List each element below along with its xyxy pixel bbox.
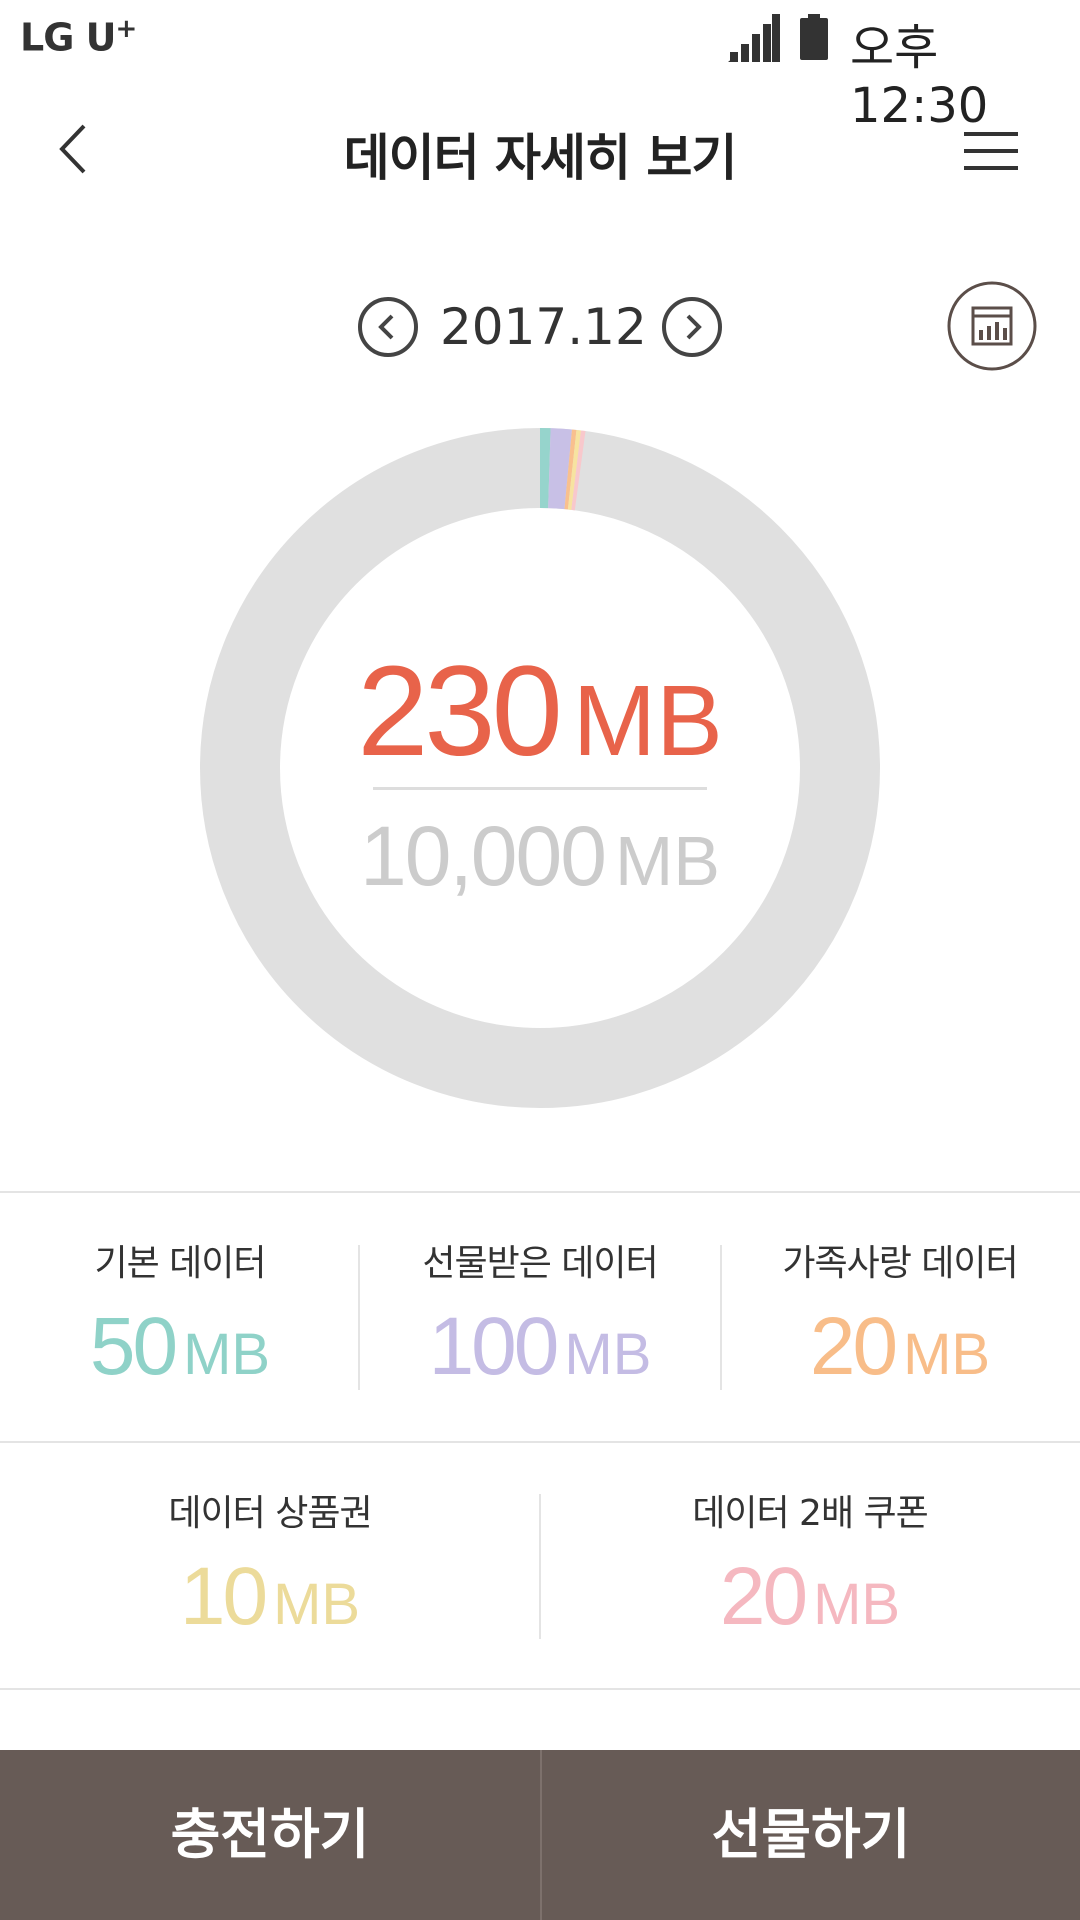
usage-chart-button[interactable] (946, 280, 1038, 372)
app-header: 데이터 자세히 보기 (0, 100, 1080, 200)
total-data-value: 10,000 MB (200, 808, 880, 905)
carrier-logo: LG U+ (20, 14, 138, 60)
next-month-button[interactable] (661, 296, 723, 358)
signal-icon (728, 14, 780, 62)
usage-donut-chart: 230 MB 10,000 MB (200, 428, 880, 1108)
carrier-mark: + (115, 14, 138, 44)
prev-month-button[interactable] (357, 296, 419, 358)
hamburger-menu-icon (964, 132, 1018, 170)
stat-basic-data: 기본 데이터 50 MB (0, 1234, 360, 1394)
circle-chevron-left-icon (358, 297, 418, 357)
stat-label: 데이터 상품권 (168, 1493, 372, 1534)
stats-bottom-divider (0, 1688, 1080, 1690)
battery-icon (800, 14, 828, 60)
stat-unit: MB (183, 1322, 271, 1387)
stat-label: 선물받은 데이터 (422, 1243, 658, 1284)
stat-label: 가족사랑 데이터 (782, 1243, 1018, 1284)
stat-gifted-data: 선물받은 데이터 100 MB (360, 1234, 720, 1394)
stat-unit: MB (903, 1322, 991, 1387)
bottom-action-bar: 충전하기 선물하기 (0, 1750, 1080, 1920)
stat-number: 50 (89, 1301, 178, 1392)
page-title: 데이터 자세히 보기 (343, 129, 738, 187)
stat-double-coupon-data: 데이터 2배 쿠폰 20 MB (540, 1484, 1080, 1644)
total-number: 10,000 (360, 809, 607, 903)
stat-value: 50 MB (0, 1300, 360, 1394)
stat-value: 100 MB (360, 1300, 720, 1394)
stat-value: 20 MB (540, 1550, 1080, 1644)
stat-number: 10 (179, 1551, 268, 1642)
stat-family-data: 가족사랑 데이터 20 MB (720, 1234, 1080, 1394)
stat-number: 20 (809, 1301, 898, 1392)
used-data-value: 230 MB (200, 638, 880, 785)
stat-label: 기본 데이터 (94, 1243, 266, 1284)
period-selector: 2017.12 (0, 280, 1080, 380)
stat-voucher-data: 데이터 상품권 10 MB (0, 1484, 540, 1644)
total-unit: MB (614, 822, 720, 900)
stat-unit: MB (273, 1572, 361, 1637)
stat-number: 100 (428, 1301, 560, 1392)
stat-value: 10 MB (0, 1550, 540, 1644)
bar-chart-icon (947, 281, 1037, 371)
circle-chevron-right-icon (662, 297, 722, 357)
used-unit: MB (572, 665, 723, 777)
used-number: 230 (357, 640, 563, 783)
stat-unit: MB (564, 1322, 652, 1387)
stats-top-divider (0, 1191, 1080, 1193)
stat-value: 20 MB (720, 1300, 1080, 1394)
carrier-name: LG U (20, 15, 116, 60)
gift-button[interactable]: 선물하기 (542, 1750, 1080, 1920)
status-bar: LG U+ 오후 12:30 (0, 0, 1080, 134)
stat-number: 20 (719, 1551, 808, 1642)
stat-unit: MB (813, 1572, 901, 1637)
period-label: 2017.12 (440, 298, 647, 356)
charge-button[interactable]: 충전하기 (0, 1750, 540, 1920)
menu-button[interactable] (956, 128, 1030, 174)
stat-label: 데이터 2배 쿠폰 (692, 1493, 929, 1534)
center-divider (373, 787, 707, 790)
stats-middle-divider (0, 1441, 1080, 1443)
